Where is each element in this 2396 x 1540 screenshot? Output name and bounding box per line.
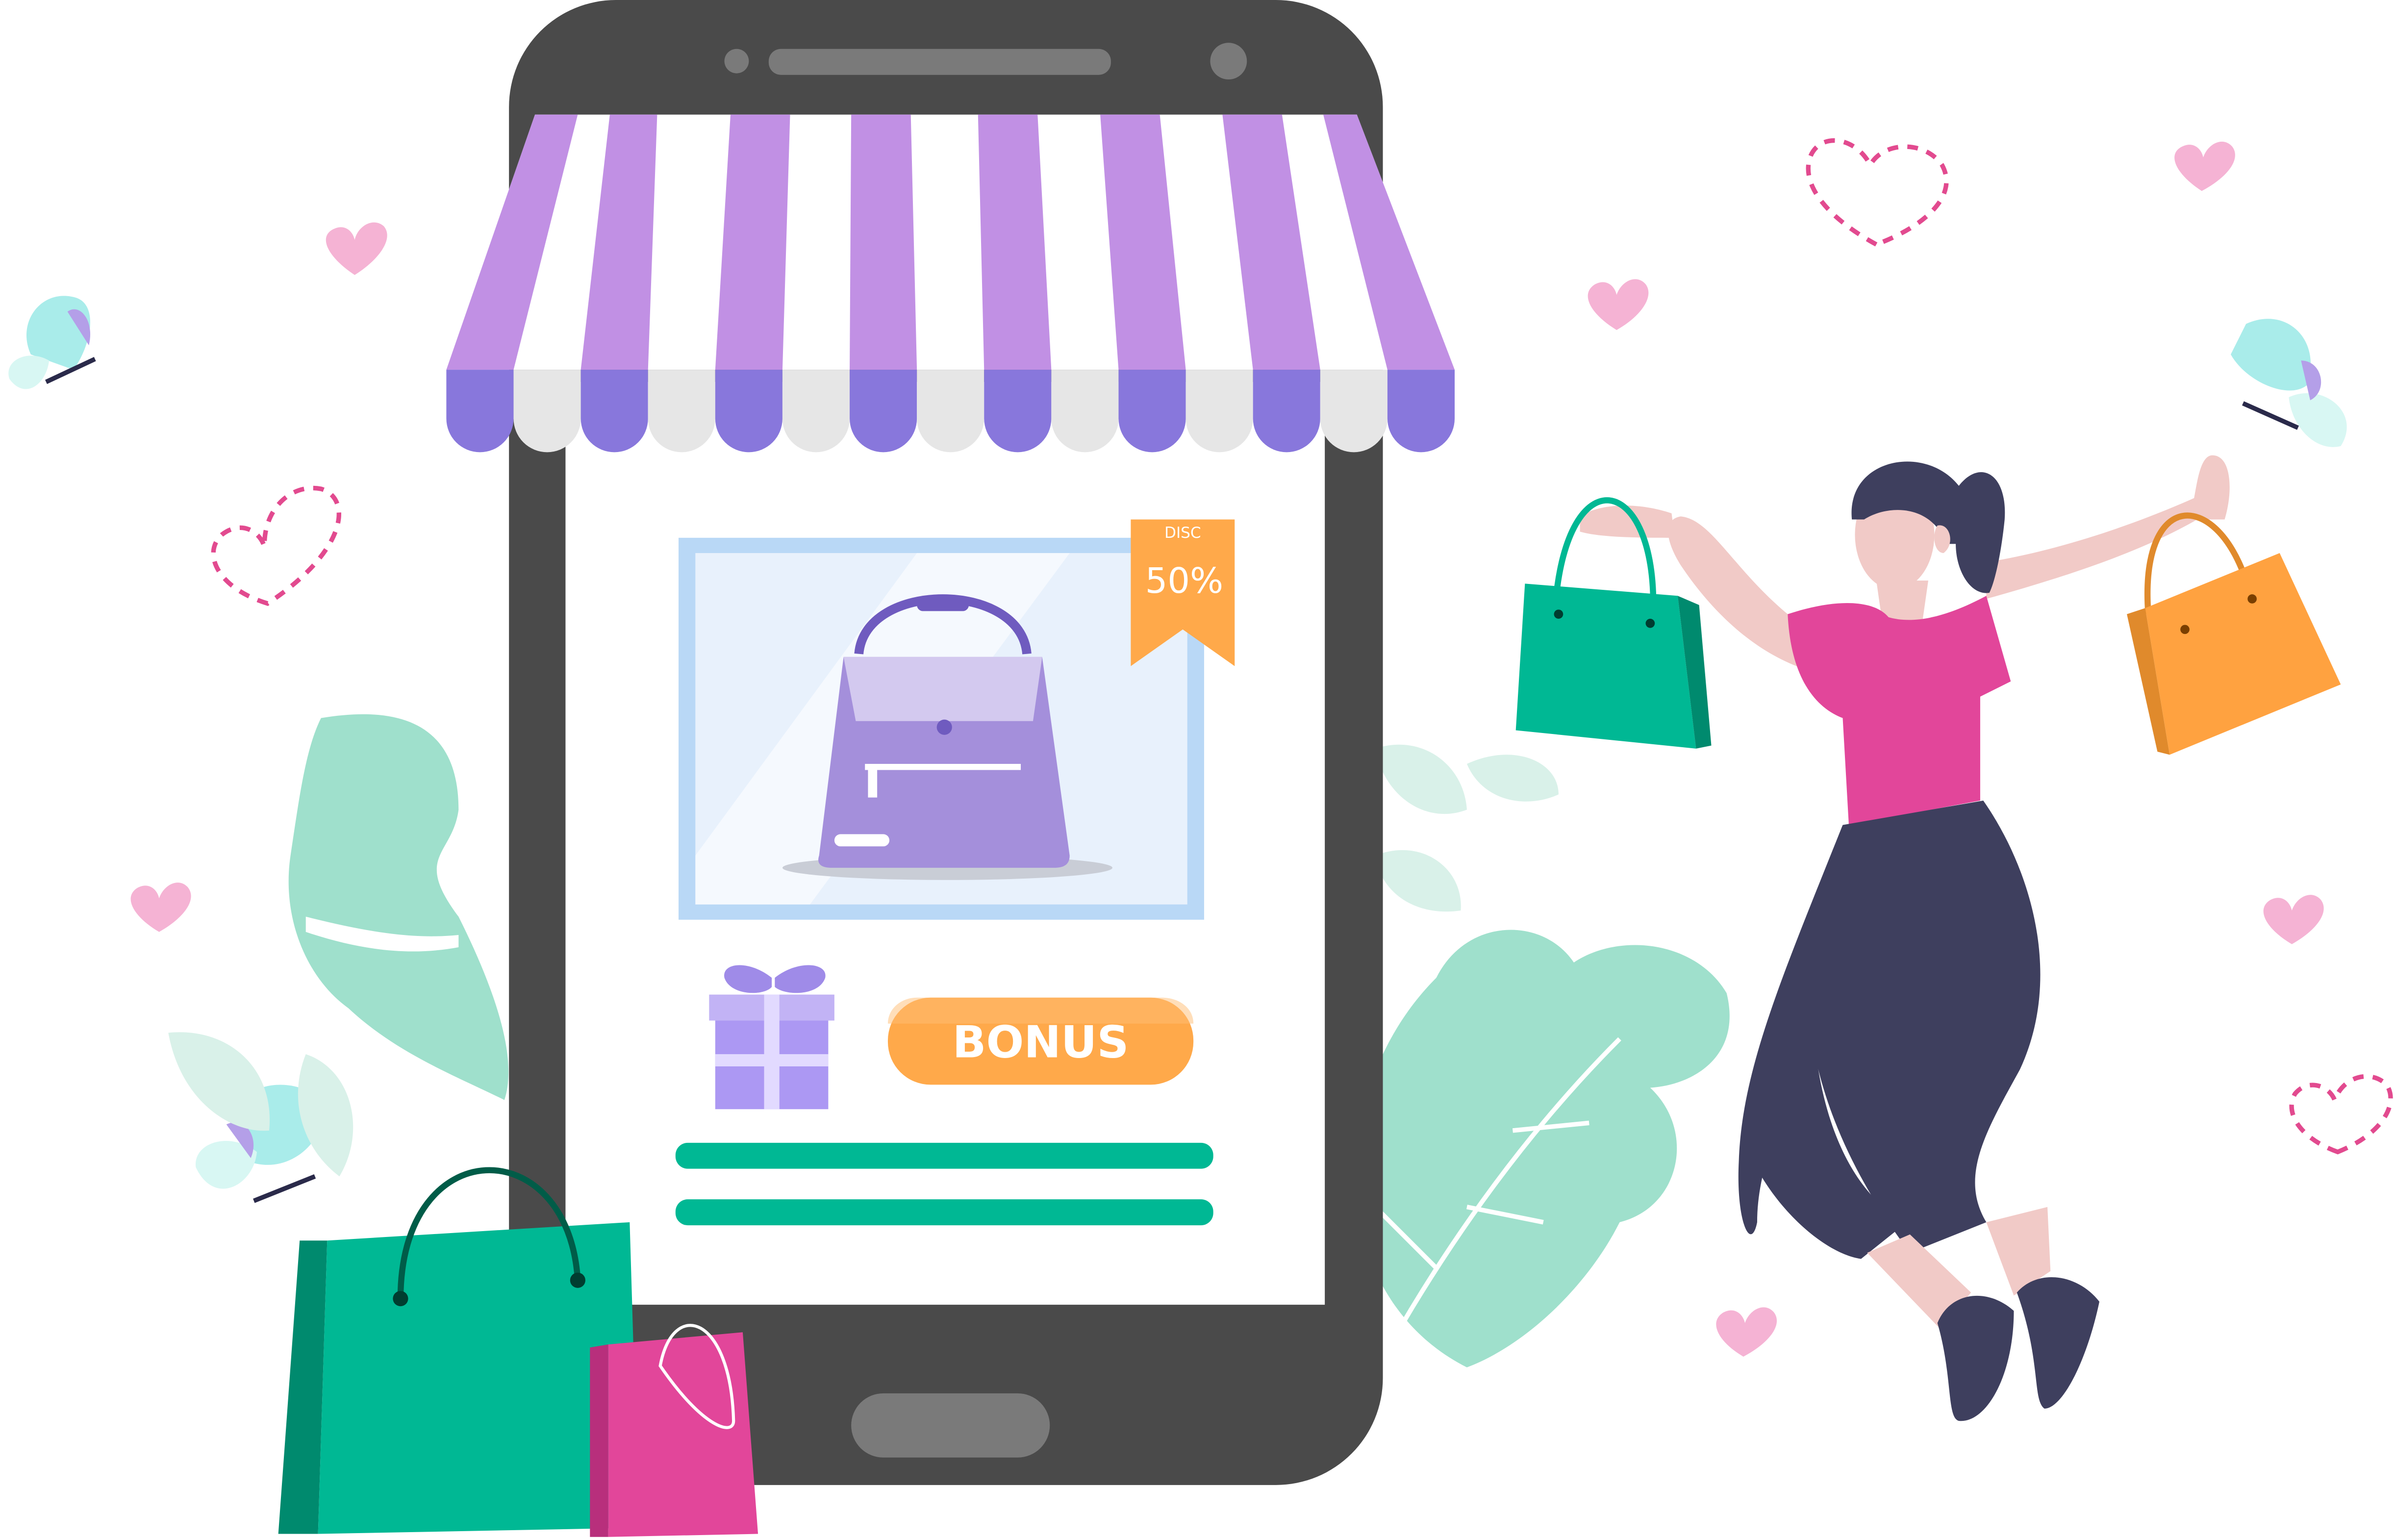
shopping-illustration: DISC 50% BONUS: [8, 0, 2393, 1537]
leaf-icon: [1375, 850, 1461, 912]
bonus-button-label: BONUS: [953, 1016, 1129, 1068]
dashed-heart-icon: [211, 485, 341, 606]
info-line: [675, 1199, 1213, 1226]
leaf-icon: [168, 1032, 270, 1131]
awning: [446, 114, 1455, 453]
leaf-icon: [1375, 744, 1467, 814]
heart-icon: [2174, 141, 2235, 191]
shopping-bag-icon: [2127, 512, 2341, 755]
butterfly-icon: [8, 296, 96, 389]
phone-camera: [724, 49, 749, 74]
heart-icon: [130, 883, 191, 932]
discount-tag-value: 50%: [1145, 560, 1223, 601]
heart-icon: [1716, 1307, 1777, 1357]
dashed-heart-icon: [2289, 1074, 2393, 1155]
leaf-icon: [298, 1054, 353, 1177]
shopping-bag-icon: [590, 1324, 758, 1537]
phone-speaker: [768, 49, 1111, 75]
product-card[interactable]: DISC 50%: [679, 519, 1235, 920]
leaf-icon: [1466, 755, 1559, 802]
leaf-icon: [1356, 930, 1730, 1367]
discount-tag-top: DISC: [1164, 524, 1201, 542]
info-line: [675, 1142, 1213, 1169]
dashed-heart-icon: [1806, 138, 1949, 247]
heart-icon: [2263, 895, 2324, 944]
shopping-woman: [1515, 455, 2341, 1421]
heart-icon: [1588, 279, 1649, 330]
bonus-button[interactable]: BONUS: [887, 997, 1194, 1085]
home-button[interactable]: [851, 1393, 1050, 1458]
phone-sensor: [1210, 43, 1247, 80]
heart-icon: [326, 222, 387, 275]
butterfly-icon: [2230, 319, 2347, 447]
leaf-icon: [288, 714, 509, 1100]
